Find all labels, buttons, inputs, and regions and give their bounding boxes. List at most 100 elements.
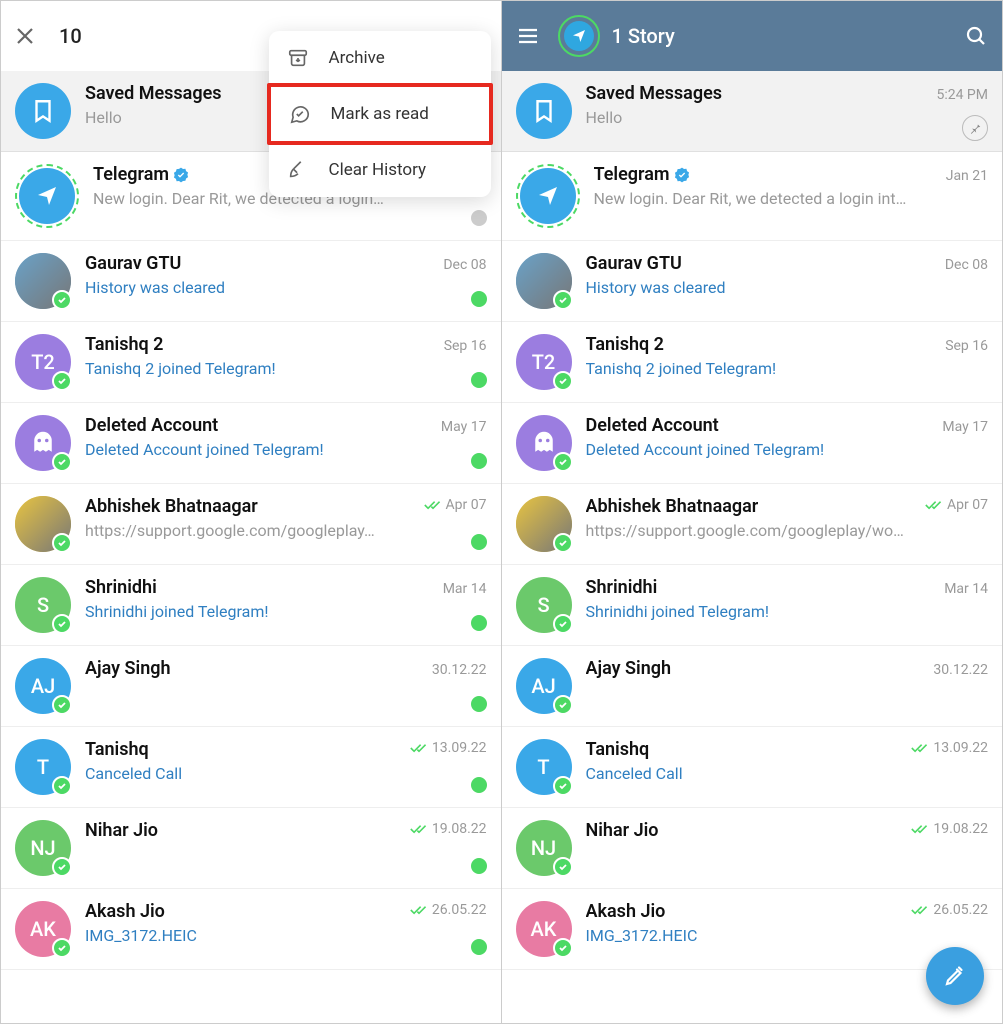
story-ring-icon[interactable]: [558, 15, 600, 57]
read-checks-icon: [424, 498, 442, 512]
chat-date: Sep 16: [444, 338, 487, 354]
search-icon[interactable]: [964, 24, 988, 48]
chat-date: Dec 08: [945, 257, 988, 273]
chat-name: Gaurav GTU: [586, 253, 682, 274]
screenshot-left: 10 Saved Messages Hello Telegram New log…: [1, 1, 502, 1023]
broom-icon: [287, 159, 309, 181]
avatar-photo: [516, 253, 572, 309]
chat-list[interactable]: Saved Messages 5:24 PM Hello Telegram Ja…: [502, 71, 1003, 970]
chat-preview: Deleted Account joined Telegram!: [586, 440, 989, 459]
chat-name: Deleted Account: [85, 415, 218, 436]
chat-row[interactable]: AJ Ajay Singh 30.12.22: [502, 646, 1003, 727]
chat-date: 19.08.22: [432, 821, 487, 837]
avatar-saved-icon: [516, 83, 572, 139]
header-title: 1 Story: [612, 24, 965, 48]
chat-name: Deleted Account: [586, 415, 719, 436]
unread-dot: [471, 372, 487, 388]
avatar-initials: AK: [15, 901, 71, 957]
chat-row[interactable]: Abhishek Bhatnaagar Apr 07 https://suppo…: [502, 484, 1003, 565]
app-header: 1 Story: [502, 1, 1003, 71]
read-checks-icon: [911, 741, 929, 755]
chat-name: Telegram: [594, 164, 690, 185]
chat-row[interactable]: Gaurav GTU Dec 08 History was cleared: [1, 241, 501, 322]
chat-date: Apr 07: [446, 497, 487, 513]
menu-mark-as-read[interactable]: Mark as read: [267, 83, 493, 145]
hamburger-icon[interactable]: [516, 24, 540, 48]
avatar-telegram-icon: [15, 164, 79, 228]
pin-icon: [962, 115, 988, 141]
chat-row[interactable]: T2 Tanishq 2 Sep 16 Tanishq 2 joined Tel…: [502, 322, 1003, 403]
chat-name: Tanishq: [85, 739, 149, 760]
chat-preview: Canceled Call: [586, 764, 989, 783]
chat-row[interactable]: T Tanishq 13.09.22 Canceled Call: [1, 727, 501, 808]
chat-preview: Tanishq 2 joined Telegram!: [586, 359, 989, 378]
chat-list[interactable]: Saved Messages Hello Telegram New login.…: [1, 71, 501, 970]
chat-preview: History was cleared: [586, 278, 989, 297]
chat-preview: New login. Dear Rit, we detected a login…: [594, 189, 989, 208]
avatar-initials: AJ: [516, 658, 572, 714]
chat-row[interactable]: NJ Nihar Jio 19.08.22: [1, 808, 501, 889]
menu-clear-history[interactable]: Clear History: [269, 143, 491, 197]
chat-row[interactable]: Gaurav GTU Dec 08 History was cleared: [502, 241, 1003, 322]
avatar-photo: [15, 496, 71, 552]
avatar-initials: S: [516, 577, 572, 633]
chat-date: 13.09.22: [432, 740, 487, 756]
avatar-ghost-icon: [516, 415, 572, 471]
chat-date: 5:24 PM: [936, 87, 988, 103]
compose-fab[interactable]: [926, 947, 984, 1005]
chat-row[interactable]: T2 Tanishq 2 Sep 16 Tanishq 2 joined Tel…: [1, 322, 501, 403]
verified-icon: [674, 167, 690, 183]
chat-row[interactable]: NJ Nihar Jio 19.08.22: [502, 808, 1003, 889]
chat-date: Jan 21: [946, 168, 988, 184]
avatar-saved-icon: [15, 83, 71, 139]
read-checks-icon: [911, 822, 929, 836]
chat-name: Akash Jio: [85, 901, 165, 922]
read-checks-icon: [410, 741, 428, 755]
chat-name: Abhishek Bhatnaagar: [85, 496, 258, 517]
chat-row[interactable]: AJ Ajay Singh 30.12.22: [1, 646, 501, 727]
chat-row[interactable]: AK Akash Jio 26.05.22 IMG_3172.HEIC: [1, 889, 501, 970]
chat-row[interactable]: AK Akash Jio 26.05.22 IMG_3172.HEIC: [502, 889, 1003, 970]
chat-read-icon: [289, 103, 311, 125]
avatar-initials: AJ: [15, 658, 71, 714]
unread-dot: [471, 777, 487, 793]
selected-count: 10: [59, 24, 82, 48]
chat-row[interactable]: Deleted Account May 17 Deleted Account j…: [502, 403, 1003, 484]
chat-row[interactable]: Abhishek Bhatnaagar Apr 07 https://suppo…: [1, 484, 501, 565]
chat-name: Akash Jio: [586, 901, 666, 922]
chat-row[interactable]: Deleted Account May 17 Deleted Account j…: [1, 403, 501, 484]
chat-row[interactable]: T Tanishq 13.09.22 Canceled Call: [502, 727, 1003, 808]
chat-name: Ajay Singh: [586, 658, 672, 679]
archive-icon: [287, 47, 309, 69]
chat-preview: IMG_3172.HEIC: [85, 926, 487, 945]
read-checks-icon: [925, 498, 943, 512]
chat-date: Dec 08: [443, 257, 486, 273]
chat-name: Ajay Singh: [85, 658, 171, 679]
chat-date: 30.12.22: [432, 662, 487, 678]
screenshot-right: 1 Story Saved Messages 5:24 PM Hello Tel…: [502, 1, 1003, 1023]
chat-preview: IMG_3172.HEIC: [586, 926, 989, 945]
context-menu: Archive Mark as read Clear History: [269, 31, 491, 197]
avatar-initials: T: [15, 739, 71, 795]
chat-date: 30.12.22: [933, 662, 988, 678]
chat-name: Nihar Jio: [85, 820, 158, 841]
chat-row[interactable]: Saved Messages 5:24 PM Hello: [502, 71, 1003, 152]
chat-preview: https://support.google.com/googleplay…: [85, 521, 487, 540]
close-icon[interactable]: [15, 26, 35, 46]
unread-dot: [471, 615, 487, 631]
chat-row[interactable]: Telegram Jan 21 New login. Dear Rit, we …: [502, 152, 1003, 241]
chat-name: Saved Messages: [586, 83, 723, 104]
menu-archive[interactable]: Archive: [269, 31, 491, 85]
chat-name: Tanishq 2: [85, 334, 163, 355]
chat-row[interactable]: S Shrinidhi Mar 14 Shrinidhi joined Tele…: [1, 565, 501, 646]
chat-name: Nihar Jio: [586, 820, 659, 841]
chat-date: 13.09.22: [933, 740, 988, 756]
chat-row[interactable]: S Shrinidhi Mar 14 Shrinidhi joined Tele…: [502, 565, 1003, 646]
unread-dot: [471, 534, 487, 550]
unread-dot: [471, 453, 487, 469]
chat-date: May 17: [441, 419, 487, 435]
chat-date: Mar 14: [944, 581, 988, 597]
chat-name: Shrinidhi: [85, 577, 157, 598]
avatar-initials: T2: [15, 334, 71, 390]
chat-preview: Hello: [586, 108, 989, 127]
